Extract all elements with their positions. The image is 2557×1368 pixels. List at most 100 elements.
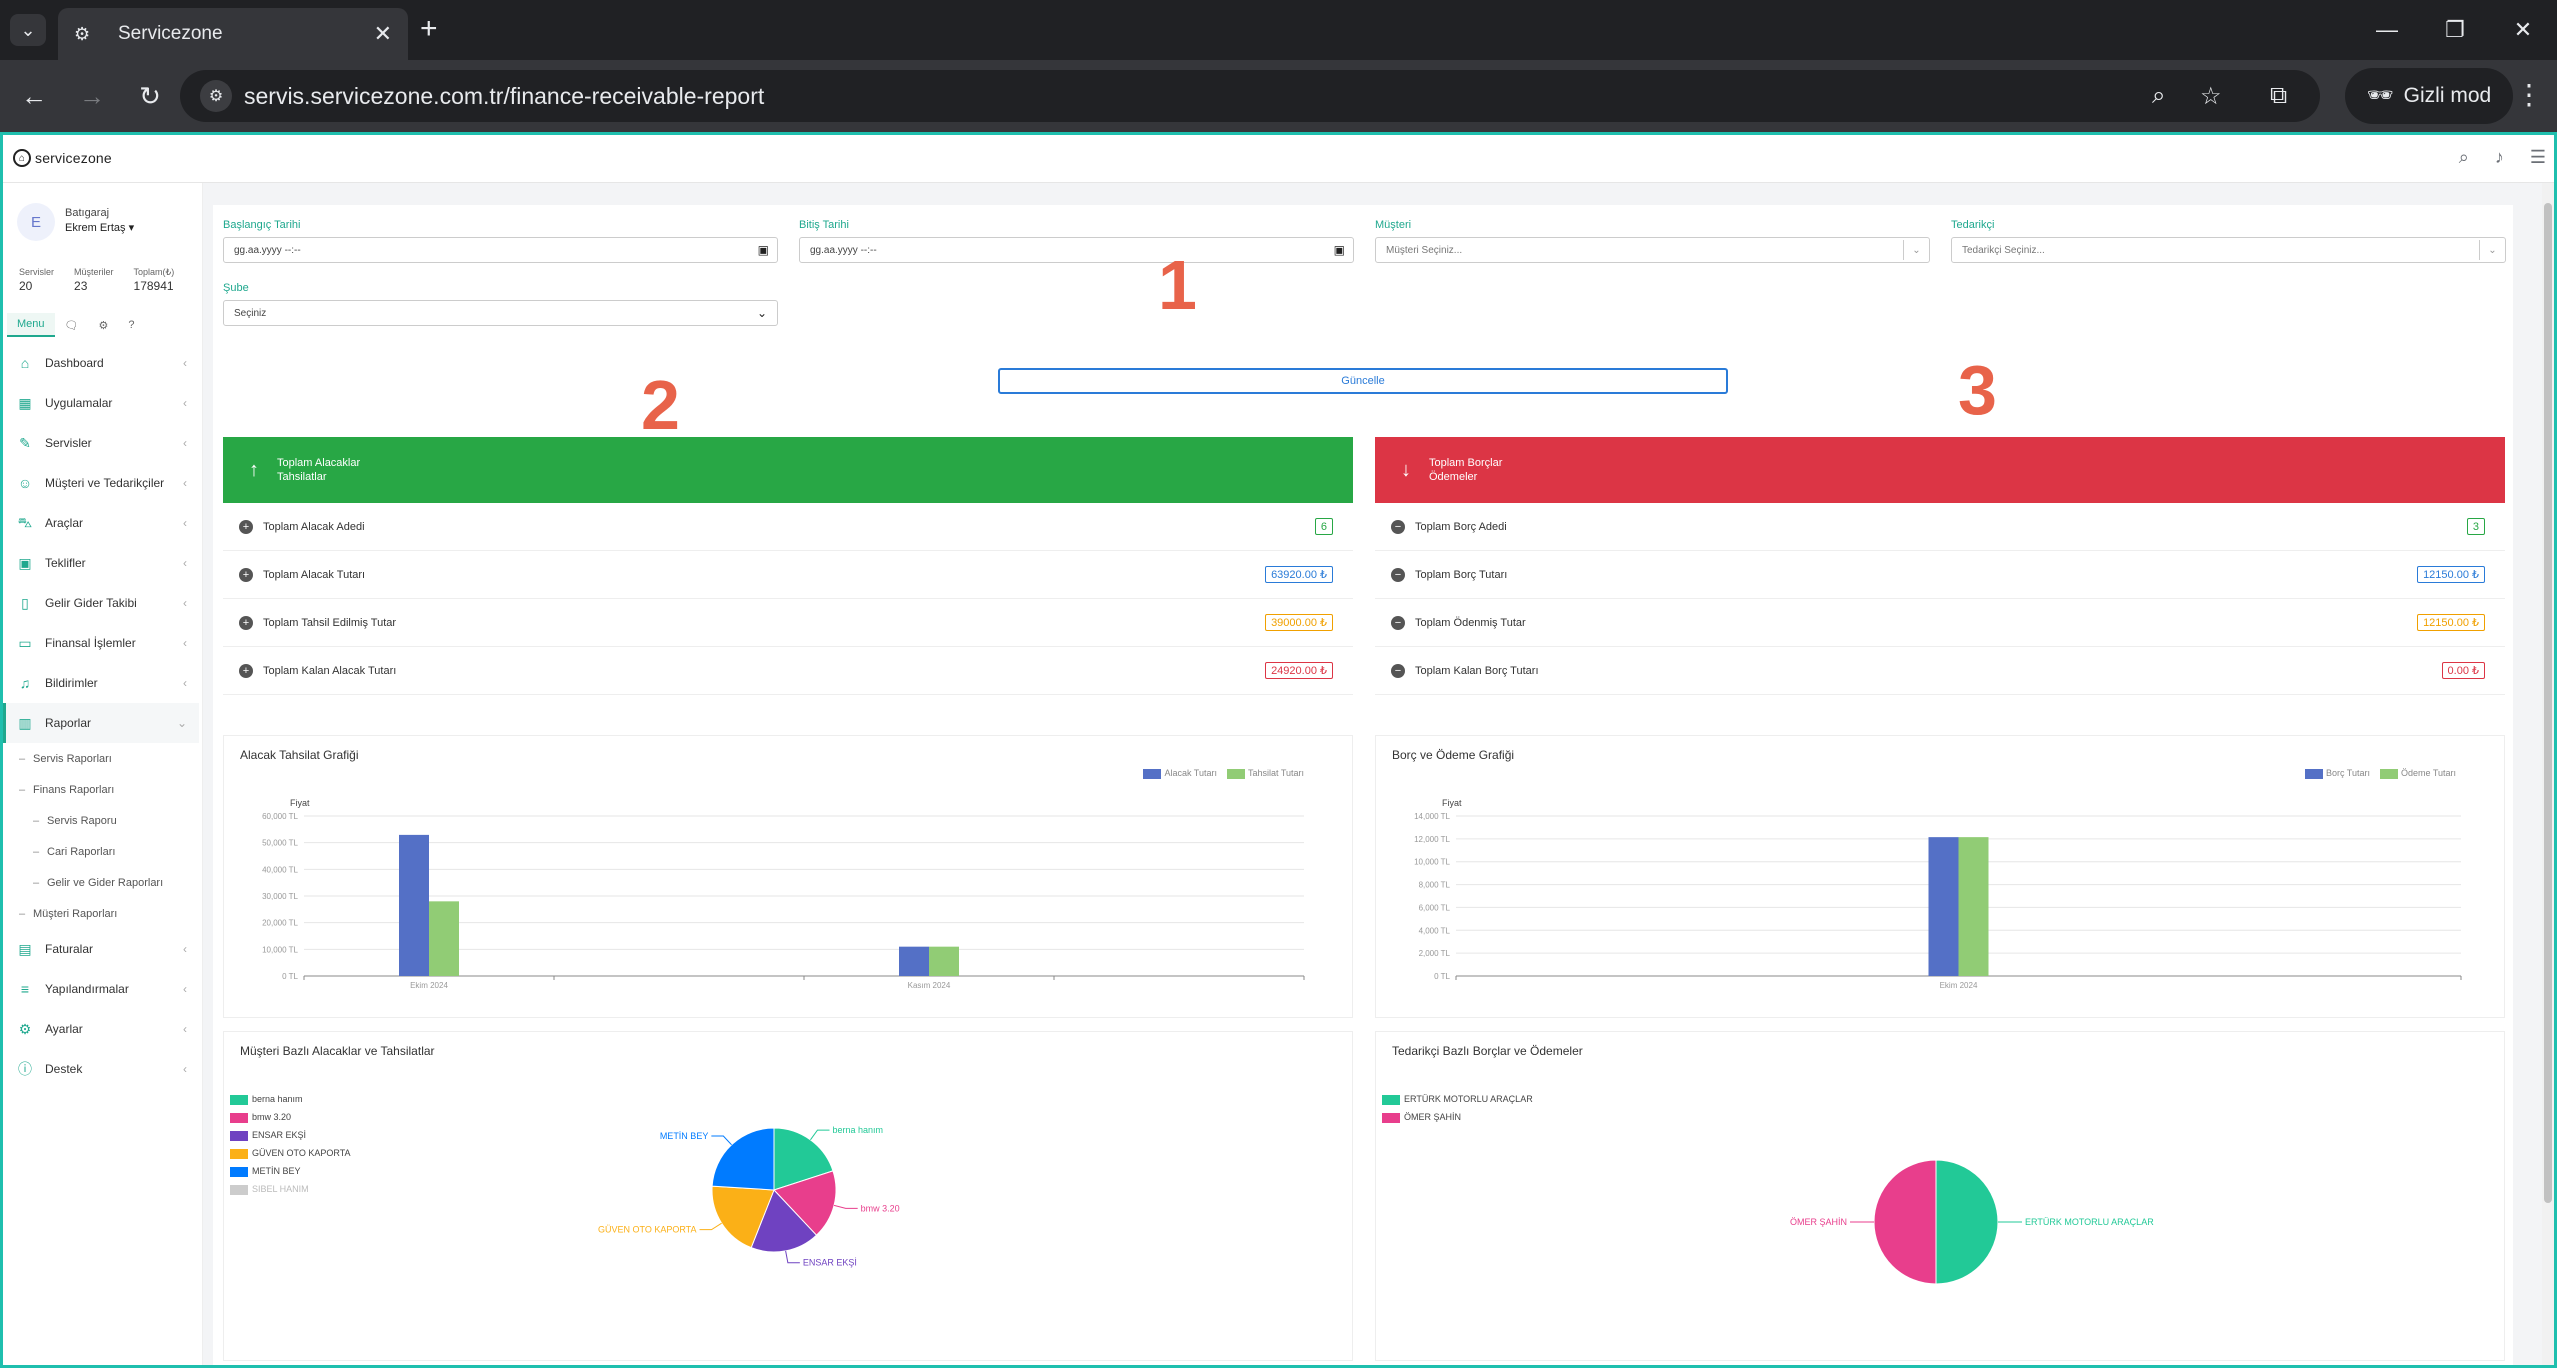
sidebar-item[interactable]: ✎ Servisler ‹ xyxy=(3,423,199,463)
browser-tab[interactable]: ⚙ Servicezone ✕ xyxy=(58,8,408,60)
payable-chart-card: Borç ve Ödeme Grafiği Borç Tutarı Ödeme … xyxy=(1375,735,2505,1018)
dash-icon: – xyxy=(19,907,26,920)
chevron-down-icon[interactable]: ⌄ xyxy=(2479,240,2505,260)
stat-label: Toplam(₺) xyxy=(133,267,175,277)
update-button[interactable]: Güncelle xyxy=(998,368,1728,394)
branch-select[interactable]: Seçiniz ⌄ xyxy=(223,300,778,326)
sidebar-item[interactable]: ▣ Teklifler ‹ xyxy=(3,543,199,583)
sidebar-item[interactable]: ▭ Finansal İşlemler ‹ xyxy=(3,623,199,663)
supplier-select[interactable]: Tedarikçi Seçiniz... ⌄ xyxy=(1951,237,2506,263)
app-logo[interactable]: ⌂ servicezone xyxy=(13,149,112,167)
grid-icon: ▦ xyxy=(18,394,32,411)
y-axis-title: Fiyat xyxy=(290,798,310,808)
sidebar-item[interactable]: ▥ Raporlar ⌄ xyxy=(3,703,199,743)
pie-slice xyxy=(711,1127,775,1191)
sidebar-item[interactable]: ⚙ Ayarlar ‹ xyxy=(3,1009,199,1049)
extensions-icon[interactable]: ⧉ xyxy=(2270,82,2287,110)
calendar-icon[interactable]: ▣ xyxy=(1334,243,1345,257)
sidebar-item-label: Araçlar xyxy=(45,516,84,530)
close-tab-icon[interactable]: ✕ xyxy=(374,21,392,47)
start-date-input[interactable]: gg.aa.yyyy --:-- ▣ xyxy=(223,237,778,263)
zoom-icon[interactable]: ⌕ xyxy=(2152,82,2165,110)
reload-icon[interactable]: ↻ xyxy=(126,72,174,120)
calendar-icon[interactable]: ▣ xyxy=(758,243,769,257)
avatar: E xyxy=(17,203,55,241)
stat-item: Servisler 20 xyxy=(19,265,54,293)
new-tab-button[interactable]: + xyxy=(420,12,438,46)
briefcase-icon: ▣ xyxy=(18,554,32,571)
arrow-down-icon: ↓ xyxy=(1401,459,1411,481)
address-bar[interactable]: ⚙ servis.servicezone.com.tr/finance-rece… xyxy=(180,70,2320,122)
y-axis-title: Fiyat xyxy=(1442,798,1462,808)
sidebar-item-label: Finansal İşlemler xyxy=(45,636,136,650)
start-date-value: gg.aa.yyyy --:-- xyxy=(234,244,301,256)
user-profile[interactable]: E Batıgaraj Ekrem Ertaş ▾ xyxy=(17,203,134,241)
sidebar-item[interactable]: ♫ Bildirimler ‹ xyxy=(3,663,199,703)
y-tick-label: 50,000 TL xyxy=(262,839,298,848)
pie-label: GÜVEN OTO KAPORTA xyxy=(598,1225,697,1235)
pie-slice xyxy=(1873,1159,1937,1285)
submenu-item[interactable]: – Finans Raporları xyxy=(3,774,199,805)
scrollbar-thumb[interactable] xyxy=(2544,203,2552,1203)
forward-icon[interactable]: → xyxy=(68,72,116,120)
sidebar-item[interactable]: ▯ Gelir Gider Takibi ‹ xyxy=(3,583,199,623)
tab-help[interactable]: ? xyxy=(118,313,144,337)
page-scrollbar[interactable] xyxy=(2542,183,2554,1365)
submenu-item[interactable]: – Servis Raporu xyxy=(3,805,199,836)
back-icon[interactable]: ← xyxy=(10,72,58,120)
payable-bar-chart: Fiyat 0 TL 2,000 TL 4,000 TL 6,000 TL 8,000 T… xyxy=(1414,798,2462,990)
sidebar-item-label: Dashboard xyxy=(45,356,104,370)
sidebar-item[interactable]: ⓘ Destek ‹ xyxy=(3,1049,199,1089)
minimize-icon[interactable]: — xyxy=(2353,0,2421,60)
stat-item: Toplam(₺) 178941 xyxy=(134,265,175,293)
tab-chat[interactable]: 🗨 xyxy=(55,313,89,337)
incognito-indicator[interactable]: 🕶 Gizli mod xyxy=(2345,68,2514,124)
sidebar-item[interactable]: ☺ Müşteri ve Tedarikçiler ‹ xyxy=(3,463,199,503)
sidebar-item-label: Yapılandırmalar xyxy=(45,982,129,996)
submenu-label: Gelir ve Gider Raporları xyxy=(47,876,164,889)
summary-label: Toplam Borç Adedi xyxy=(1415,520,1507,533)
summary-value-badge: 6 xyxy=(1314,518,1333,535)
submenu-label: Müşteri Raporları xyxy=(33,907,118,920)
submenu-item[interactable]: – Gelir ve Gider Raporları xyxy=(3,867,199,898)
tab-menu[interactable]: Menu xyxy=(7,313,55,337)
submenu-item[interactable]: – Müşteri Raporları xyxy=(3,898,199,929)
sidebar-item[interactable]: ⌂ Dashboard ‹ xyxy=(3,343,199,383)
list-menu-icon[interactable]: ☰ xyxy=(2530,147,2546,168)
logo-mark-icon: ⌂ xyxy=(13,149,31,167)
sidebar-item[interactable]: ≡ Yapılandırmalar ‹ xyxy=(3,969,199,1009)
close-window-icon[interactable]: ✕ xyxy=(2489,0,2557,60)
end-date-input[interactable]: gg.aa.yyyy --:-- ▣ xyxy=(799,237,1354,263)
dash-icon: – xyxy=(33,814,40,827)
annotation-2: 2 xyxy=(641,366,680,444)
submenu-item[interactable]: – Cari Raporları xyxy=(3,836,199,867)
site-info-icon[interactable]: ⚙ xyxy=(200,80,232,112)
y-tick-label: 8,000 TL xyxy=(1419,881,1451,890)
start-date-label: Başlangıç Tarihi xyxy=(223,219,301,231)
sidebar-item[interactable]: ▤ Faturalar ‹ xyxy=(3,929,199,969)
plus-circle-icon: + xyxy=(239,567,253,582)
submenu-item[interactable]: – Servis Raporları xyxy=(3,743,199,774)
restore-icon[interactable]: ❐ xyxy=(2421,0,2489,60)
bookmark-star-icon[interactable]: ☆ xyxy=(2200,82,2222,111)
logo-text: servicezone xyxy=(35,150,112,166)
summary-row: − Toplam Kalan Borç Tutarı 0.00 ₺ xyxy=(1375,647,2505,695)
sidebar-item[interactable]: ⛍ Araçlar ‹ xyxy=(3,503,199,543)
browser-menu-icon[interactable]: ⋮ xyxy=(2515,78,2543,111)
bell-icon[interactable]: ♪ xyxy=(2495,147,2504,168)
tab-settings[interactable]: ⚙ xyxy=(89,313,119,337)
summary-value-badge: 0.00 ₺ xyxy=(2441,662,2485,679)
summary-row: + Toplam Tahsil Edilmiş Tutar 39000.00 ₺ xyxy=(223,599,1353,647)
chevron-down-icon[interactable]: ⌄ xyxy=(1903,240,1929,260)
search-icon[interactable]: ⌕ xyxy=(2459,147,2469,168)
chevron-down-icon: ⌄ xyxy=(20,19,36,40)
tab-search-button[interactable]: ⌄ xyxy=(10,14,46,46)
summary-label: Toplam Alacak Tutarı xyxy=(263,568,366,581)
customer-select[interactable]: Müşteri Seçiniz... ⌄ xyxy=(1375,237,1930,263)
sidebar-item[interactable]: ▦ Uygulamalar ‹ xyxy=(3,383,199,423)
customer-pie-card: Müşteri Bazlı Alacaklar ve Tahsilatlar b… xyxy=(223,1031,1353,1361)
chevron-left-icon: ‹ xyxy=(183,476,187,490)
dash-icon: – xyxy=(19,752,26,765)
payables-subtitle: Ödemeler xyxy=(1429,471,1478,483)
summary-value-badge: 24920.00 ₺ xyxy=(1265,662,1333,679)
